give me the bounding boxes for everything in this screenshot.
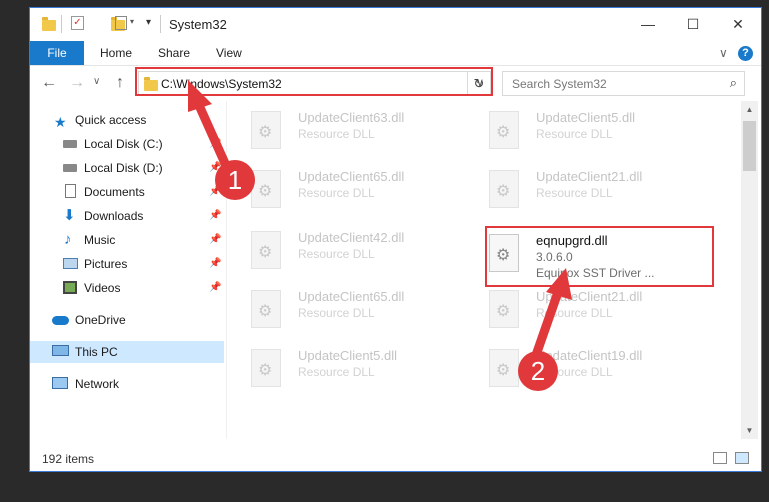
step-badge-1: 1	[215, 160, 255, 200]
arrow-1	[188, 80, 233, 175]
arrow-2	[530, 268, 572, 363]
annotation-arrows	[188, 80, 572, 363]
step-badge-2: 2	[518, 351, 558, 391]
